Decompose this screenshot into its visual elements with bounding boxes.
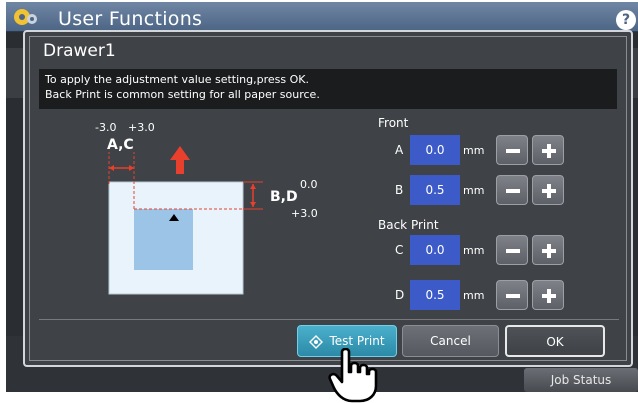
d-increase-button[interactable] bbox=[532, 280, 564, 310]
ok-button[interactable]: OK bbox=[505, 325, 605, 357]
plus-icon bbox=[542, 144, 556, 158]
label-c: C bbox=[395, 243, 404, 257]
app-title: User Functions bbox=[58, 8, 203, 30]
bd-label: B,D bbox=[270, 189, 298, 205]
minus-icon bbox=[506, 189, 520, 193]
plus-icon bbox=[542, 289, 556, 303]
unit-c: mm bbox=[463, 244, 485, 257]
dialog-title: Drawer1 bbox=[43, 41, 116, 61]
c-increase-button[interactable] bbox=[532, 235, 564, 265]
label-a: A bbox=[395, 143, 404, 157]
app-header: User Functions ? bbox=[6, 2, 638, 32]
value-d-field[interactable]: 0.5 bbox=[410, 280, 460, 310]
value-a-field[interactable]: 0.0 bbox=[410, 135, 460, 165]
minus-icon bbox=[506, 149, 520, 153]
help-icon[interactable]: ? bbox=[616, 10, 636, 30]
value-c-field[interactable]: 0.0 bbox=[410, 235, 460, 265]
unit-d: mm bbox=[463, 289, 485, 302]
minus-icon bbox=[506, 249, 520, 253]
minus-icon bbox=[506, 294, 520, 298]
d-decrease-button[interactable] bbox=[496, 280, 528, 310]
c-decrease-button[interactable] bbox=[496, 235, 528, 265]
dialog-divider bbox=[39, 319, 619, 320]
bd-top-value: 0.0 bbox=[300, 178, 318, 191]
feed-direction-arrow-icon bbox=[170, 146, 190, 174]
gear-icon bbox=[14, 9, 37, 25]
value-b-field[interactable]: 0.5 bbox=[410, 175, 460, 205]
message-line-2: Back Print is common setting for all pap… bbox=[45, 88, 320, 101]
job-status-button[interactable]: Job Status bbox=[524, 368, 638, 392]
pointer-hand-icon bbox=[328, 348, 378, 403]
adjustment-dialog: Drawer1 To apply the adjustment value se… bbox=[23, 30, 633, 367]
b-increase-button[interactable] bbox=[532, 175, 564, 205]
unit-a: mm bbox=[463, 144, 485, 157]
label-d: D bbox=[395, 288, 405, 302]
unit-b: mm bbox=[463, 184, 485, 197]
label-b: B bbox=[395, 183, 404, 197]
cancel-button[interactable]: Cancel bbox=[402, 325, 499, 357]
plus-icon bbox=[542, 244, 556, 258]
a-decrease-button[interactable] bbox=[496, 135, 528, 165]
message-line-1: To apply the adjustment value setting,pr… bbox=[45, 73, 309, 86]
adjustment-diagram: -3.0 +3.0 A,C B,D 0.0 +3.0 bbox=[25, 110, 365, 320]
device-screen: User Functions ? Job Status Drawer1 To a… bbox=[6, 2, 638, 392]
front-heading: Front bbox=[378, 116, 409, 130]
bd-bottom-value: +3.0 bbox=[291, 207, 318, 220]
test-print-diamond-icon bbox=[309, 334, 324, 349]
a-increase-button[interactable] bbox=[532, 135, 564, 165]
message-box: To apply the adjustment value setting,pr… bbox=[39, 69, 617, 109]
b-decrease-button[interactable] bbox=[496, 175, 528, 205]
plus-icon bbox=[542, 184, 556, 198]
back-print-heading: Back Print bbox=[378, 218, 439, 232]
test-print-label: Test Print bbox=[329, 334, 385, 348]
